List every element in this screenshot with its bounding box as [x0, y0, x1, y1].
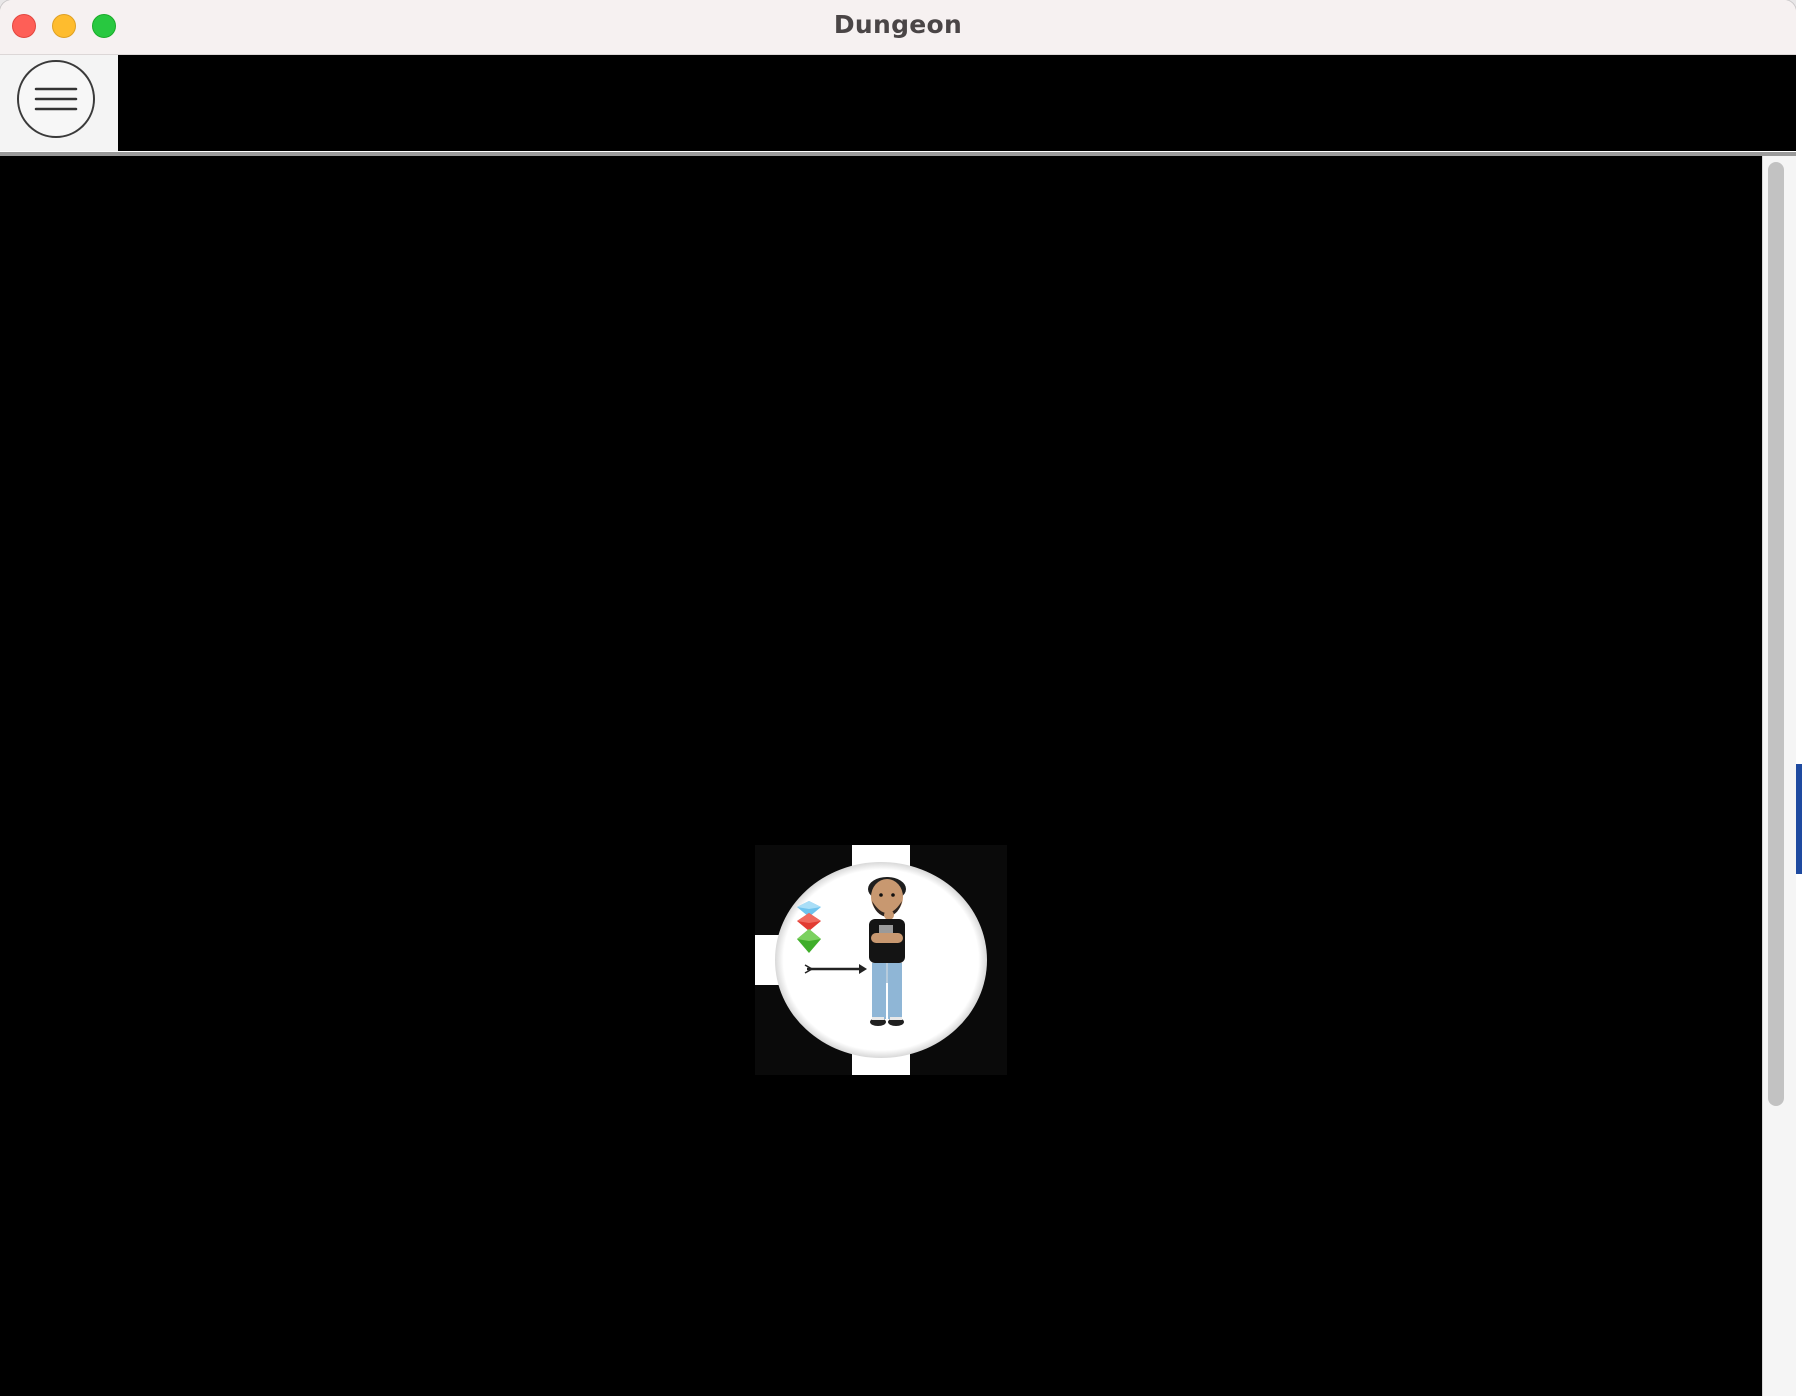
background-window-accent — [1796, 764, 1802, 874]
menu-cell — [0, 55, 118, 151]
title-bar[interactable]: Dungeon — [0, 0, 1796, 55]
app-window: Dungeon — [0, 0, 1796, 1396]
window-title: Dungeon — [833, 10, 963, 39]
dungeon-map[interactable] — [0, 156, 1762, 1396]
room-tile — [755, 845, 987, 1075]
hamburger-menu-icon — [34, 87, 78, 111]
toolbar — [0, 55, 1796, 151]
background-window-edge — [1796, 0, 1802, 1396]
scrollbar-thumb[interactable] — [1768, 162, 1784, 1106]
toolbar-status-area — [118, 55, 1796, 151]
current-room[interactable] — [755, 845, 1007, 1075]
menu-button[interactable] — [17, 60, 95, 138]
